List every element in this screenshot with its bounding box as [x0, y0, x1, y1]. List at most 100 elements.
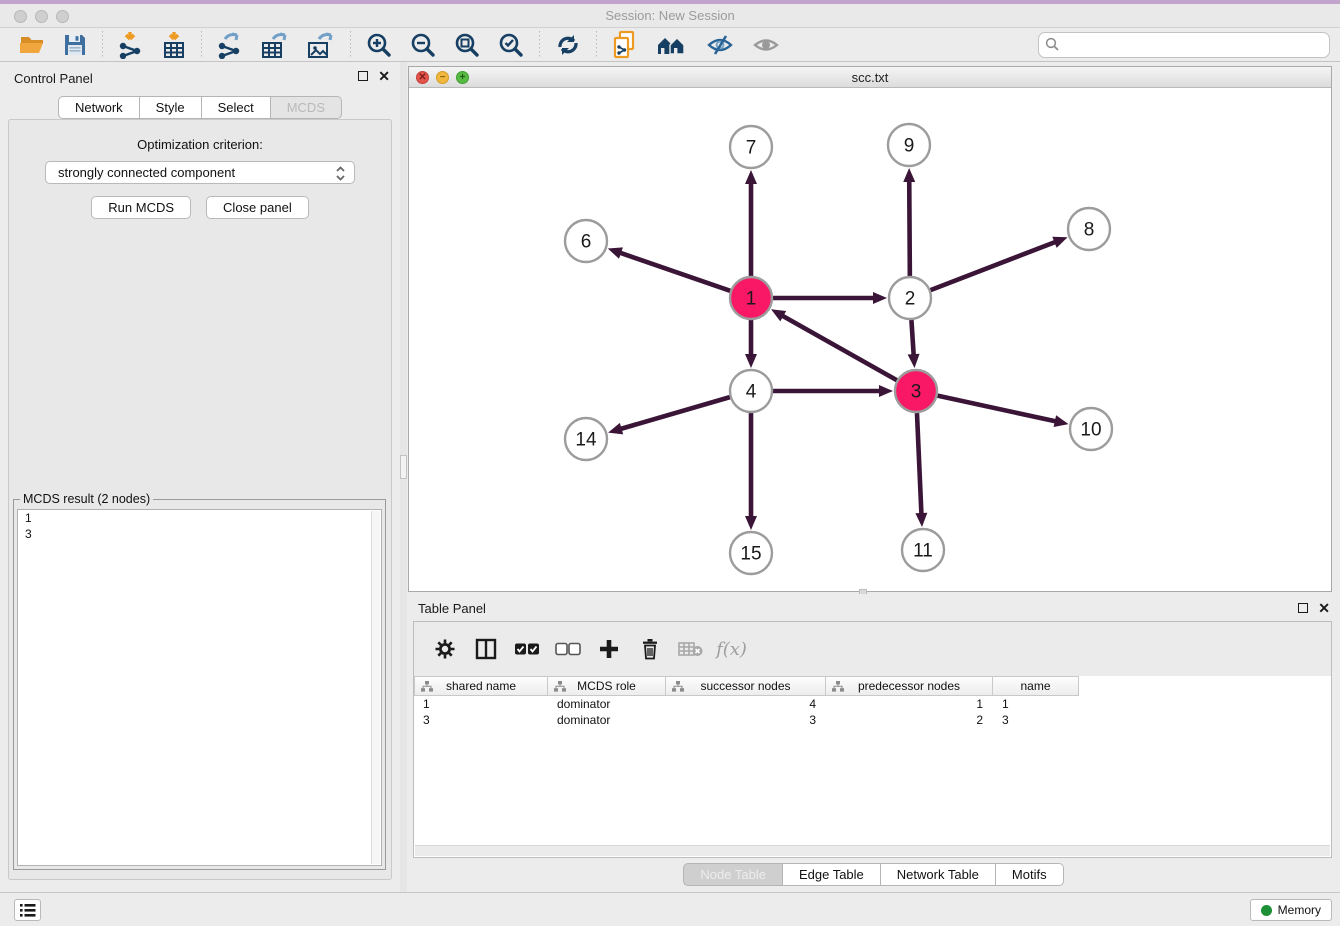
tab-select[interactable]: Select	[202, 96, 271, 119]
clone-network-icon[interactable]	[603, 30, 647, 60]
criterion-value: strongly connected component	[58, 165, 235, 180]
float-table-panel-icon[interactable]	[1298, 603, 1308, 613]
table-cell: 2	[826, 712, 993, 728]
control-panel-tabs: NetworkStyleSelectMCDS	[0, 96, 400, 119]
right-area: ✕ − + scc.txt 1234678910111415 Table Pan…	[407, 62, 1340, 892]
graph-node-label-1: 1	[746, 289, 757, 310]
add-column-icon[interactable]	[590, 631, 627, 667]
tab-edge-table[interactable]: Edge Table	[783, 863, 881, 886]
memory-button[interactable]: Memory	[1250, 899, 1332, 921]
close-table-panel-icon[interactable]: ✕	[1318, 603, 1330, 613]
table-body: 1dominator4113dominator323	[414, 696, 1331, 728]
close-panel-button[interactable]: Close panel	[206, 196, 309, 219]
import-network-icon[interactable]	[109, 30, 153, 60]
task-history-button[interactable]	[14, 899, 41, 921]
graph-edge-arrowhead	[608, 423, 623, 435]
deselect-all-checkboxes-icon[interactable]	[549, 631, 586, 667]
graph-node-label-4: 4	[746, 382, 757, 403]
tab-network[interactable]: Network	[58, 96, 140, 119]
mcds-result-text: 1 3	[25, 511, 369, 864]
search-input[interactable]	[1064, 37, 1323, 52]
toolbar-separator	[350, 31, 351, 59]
control-panel-title: Control Panel	[14, 71, 93, 86]
graph-edge-3-1[interactable]	[781, 315, 897, 381]
table-cell: 1	[993, 696, 1079, 712]
select-all-checkboxes-icon[interactable]	[508, 631, 545, 667]
column-header-name[interactable]: name	[993, 676, 1079, 696]
graph-edge-arrowhead	[873, 292, 887, 304]
column-header-shared-name[interactable]: shared name	[414, 676, 548, 696]
window-title: Session: New Session	[0, 8, 1340, 23]
eye-slash-icon[interactable]	[697, 30, 743, 60]
zoom-in-icon[interactable]	[357, 30, 401, 60]
toolbar-separator	[102, 31, 103, 59]
close-panel-icon[interactable]: ✕	[378, 71, 390, 81]
mcds-result-group: MCDS result (2 nodes) 1 3	[13, 492, 386, 870]
save-session-icon[interactable]	[54, 30, 96, 60]
graph-edge-2-3[interactable]	[911, 320, 913, 357]
table-header-row: shared nameMCDS rolesuccessor nodesprede…	[414, 676, 1331, 696]
table-hscroll[interactable]	[415, 845, 1330, 856]
table-row[interactable]: 1dominator411	[414, 696, 1331, 712]
homes-icon[interactable]	[647, 30, 697, 60]
tab-network-table[interactable]: Network Table	[881, 863, 996, 886]
select-chevrons-icon	[335, 165, 346, 185]
zoom-selected-icon[interactable]	[489, 30, 533, 60]
function-builder-icon: f(x)	[713, 631, 750, 667]
graph-edge-3-11[interactable]	[917, 413, 922, 516]
graph-edge-arrowhead	[745, 170, 757, 184]
toolbar-separator	[201, 31, 202, 59]
memory-status-icon	[1261, 905, 1272, 916]
table-cell: 4	[666, 696, 826, 712]
graph-node-label-7: 7	[746, 138, 757, 159]
table-panel-title: Table Panel	[418, 601, 486, 616]
graph-edge-4-14[interactable]	[619, 397, 730, 429]
refresh-layout-icon[interactable]	[546, 30, 590, 60]
graph-node-label-11: 11	[913, 541, 933, 562]
column-header-predecessor-nodes[interactable]: predecessor nodes	[826, 676, 993, 696]
criterion-select[interactable]: strongly connected component	[45, 161, 355, 184]
tab-mcds[interactable]: MCDS	[271, 96, 342, 119]
splitter-handle[interactable]	[400, 455, 407, 479]
graph-edge-1-6[interactable]	[618, 252, 730, 291]
graph-edge-arrowhead	[908, 354, 920, 368]
mcds-panel: Optimization criterion: strongly connect…	[8, 119, 392, 880]
graph-edge-2-9[interactable]	[909, 179, 910, 276]
mcds-result-area[interactable]: 1 3	[17, 509, 382, 866]
open-session-icon[interactable]	[10, 30, 54, 60]
list-icon	[19, 903, 36, 918]
network-canvas[interactable]: 1234678910111415	[409, 89, 1331, 591]
network-titlebar: ✕ − + scc.txt	[409, 67, 1331, 88]
search-box	[1038, 32, 1330, 58]
graph-edge-arrowhead	[879, 385, 893, 397]
eye-icon[interactable]	[743, 30, 789, 60]
table-panel: Table Panel ✕	[407, 594, 1340, 892]
table-row[interactable]: 3dominator323	[414, 712, 1331, 728]
table-cell: dominator	[548, 696, 666, 712]
export-image-icon[interactable]	[298, 30, 344, 60]
import-table-icon[interactable]	[153, 30, 195, 60]
table-cell: dominator	[548, 712, 666, 728]
tab-node-table[interactable]: Node Table	[683, 863, 783, 886]
graph-node-label-8: 8	[1084, 220, 1095, 241]
delete-icon[interactable]	[631, 631, 668, 667]
control-panel: Control Panel ✕ NetworkStyleSelectMCDS O…	[0, 62, 400, 892]
export-network-icon[interactable]	[208, 30, 252, 60]
zoom-fit-icon[interactable]	[445, 30, 489, 60]
vertical-splitter[interactable]	[400, 62, 407, 892]
graph-edge-2-8[interactable]	[931, 241, 1058, 290]
export-table-icon[interactable]	[252, 30, 298, 60]
graph-edge-3-10[interactable]	[937, 396, 1057, 422]
column-header-MCDS-role[interactable]: MCDS role	[548, 676, 666, 696]
tab-style[interactable]: Style	[140, 96, 202, 119]
columns-icon[interactable]	[467, 631, 504, 667]
result-scrollbar[interactable]	[371, 511, 380, 864]
run-mcds-button[interactable]: Run MCDS	[91, 196, 191, 219]
tab-motifs[interactable]: Motifs	[996, 863, 1064, 886]
column-header-successor-nodes[interactable]: successor nodes	[666, 676, 826, 696]
zoom-out-icon[interactable]	[401, 30, 445, 60]
graph-edge-arrowhead	[1054, 415, 1069, 427]
app-window: Session: New Session	[0, 0, 1340, 926]
gear-icon[interactable]	[426, 631, 463, 667]
float-panel-icon[interactable]	[358, 71, 368, 81]
